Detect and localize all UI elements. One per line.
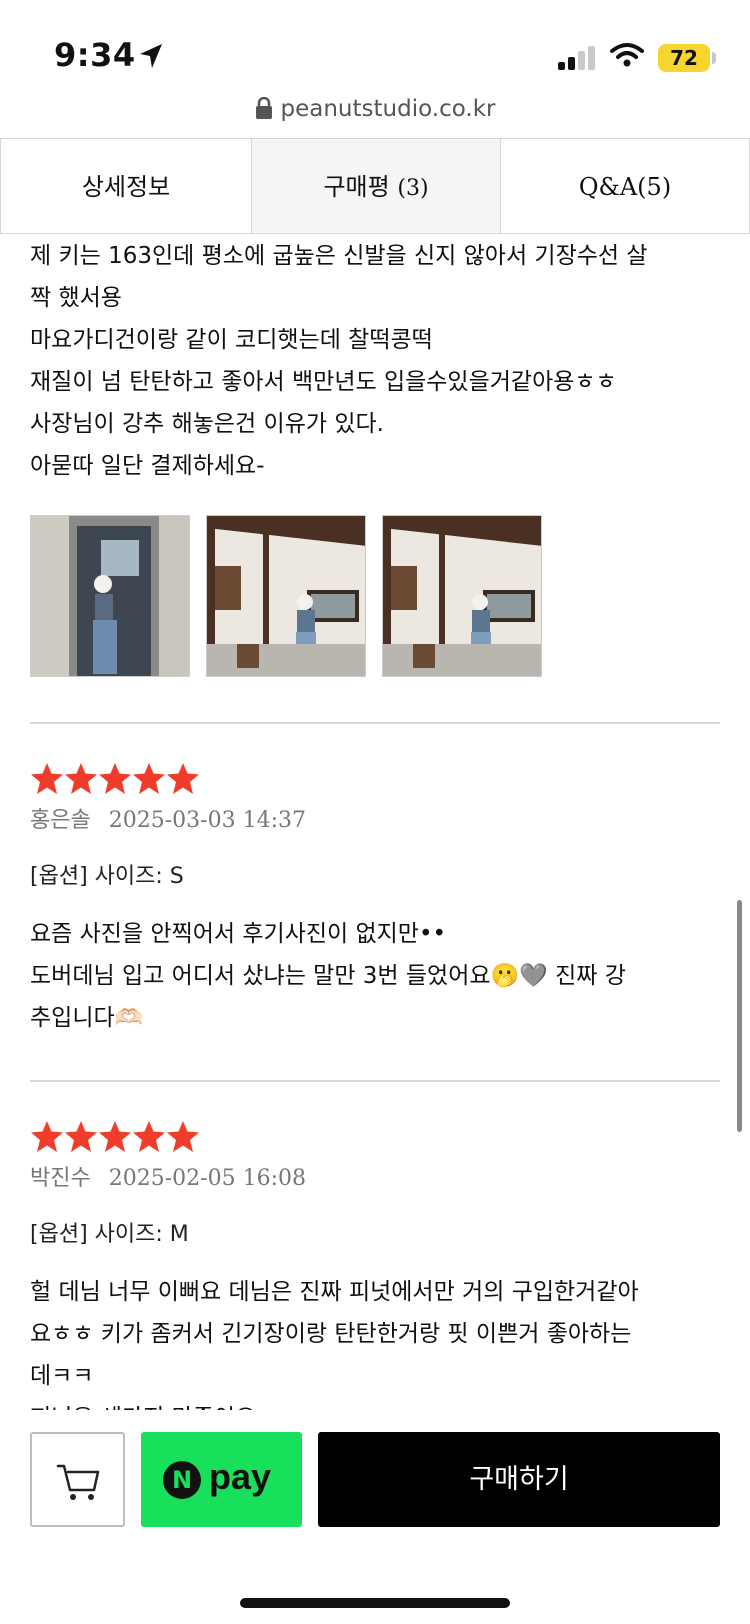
star-icon xyxy=(65,1121,97,1152)
tab-reviews[interactable]: 구매평 (3) xyxy=(251,138,501,234)
review-text-line: 요즘 사진을 안찍어서 후기사진이 없지만•• xyxy=(30,921,447,947)
rating-stars xyxy=(31,763,199,794)
npay-button[interactable]: N pay xyxy=(141,1432,302,1527)
review-date: 2025-03-03 14:37 xyxy=(108,808,306,833)
lock-icon xyxy=(255,97,272,119)
review-photo[interactable] xyxy=(206,515,366,677)
review-option: [옵션] 사이즈: S xyxy=(30,864,184,889)
star-icon xyxy=(31,1121,63,1152)
scrollbar[interactable] xyxy=(737,900,742,1132)
review-author: 박진수 xyxy=(30,1166,91,1191)
home-indicator xyxy=(240,1598,510,1608)
star-icon xyxy=(99,763,131,794)
star-icon xyxy=(167,763,199,794)
review-photo[interactable] xyxy=(382,515,542,677)
npay-logo-icon: N xyxy=(163,1461,201,1499)
battery-tip xyxy=(712,52,716,64)
status-bar: 9:34 72 xyxy=(0,0,750,100)
review-text-line: 요ㅎㅎ 키가 좀커서 긴기장이랑 탄탄한거랑 핏 이쁜거 좋아하는 xyxy=(30,1321,632,1347)
tab-count: (3) xyxy=(397,176,429,201)
review-text-line: 도버데님 입고 어디서 샀냐는 말만 3번 들었어요🫢🩶 진짜 강 xyxy=(30,963,626,989)
tab-qna[interactable]: Q&A(5) xyxy=(500,138,750,234)
cart-button[interactable] xyxy=(30,1432,125,1527)
tab-details[interactable]: 상세정보 xyxy=(0,138,252,234)
review-text-line: 재질이 넘 탄탄하고 좋아서 백만년도 입을수있을거같아용ㅎㅎ xyxy=(30,369,617,395)
review-text-line: 추입니다🫶🏻 xyxy=(30,1005,144,1031)
review-author: 홍은솔 xyxy=(30,808,91,833)
review-date: 2025-02-05 16:08 xyxy=(108,1166,306,1191)
star-icon xyxy=(133,1121,165,1152)
wifi-icon xyxy=(610,43,644,67)
location-arrow-icon xyxy=(140,44,162,68)
star-icon xyxy=(65,763,97,794)
star-icon xyxy=(133,763,165,794)
review-meta: 박진수 2025-02-05 16:08 xyxy=(30,1160,306,1192)
address-bar[interactable]: peanutstudio.co.kr xyxy=(0,96,750,122)
tab-label: Q&A(5) xyxy=(578,173,672,201)
buy-button[interactable]: 구매하기 xyxy=(318,1432,720,1527)
review-text-line: 짝 했서용 xyxy=(30,285,122,311)
status-time: 9:34 xyxy=(54,36,136,74)
tab-label: 구매평 xyxy=(323,173,390,201)
review-divider xyxy=(30,722,720,724)
product-tabs: 상세정보 구매평 (3) Q&A(5) xyxy=(0,138,750,236)
signal-icon xyxy=(558,46,595,70)
url-text: peanutstudio.co.kr xyxy=(280,96,496,122)
battery-level: 72 xyxy=(658,44,710,72)
review-photo[interactable] xyxy=(30,515,190,677)
tab-label: 상세정보 xyxy=(81,173,171,201)
review-text-line: 데ㅋㅋ xyxy=(30,1363,94,1389)
review-text-line: 헐 데님 너무 이뻐요 데님은 진짜 피넛에서만 거의 구입한거같아 xyxy=(30,1279,639,1305)
star-icon xyxy=(31,763,63,794)
review-text-line: 사장님이 강추 해놓은건 이유가 있다. xyxy=(30,411,384,437)
star-icon xyxy=(99,1121,131,1152)
cart-icon xyxy=(56,1464,100,1500)
review-text-line: 제 키는 163인데 평소에 굽높은 신발을 신지 않아서 기장수선 살 xyxy=(30,243,648,269)
review-meta: 홍은솔 2025-03-03 14:37 xyxy=(30,802,306,834)
review-text-line: 마요가디건이랑 같이 코디햇는데 찰떡콩떡 xyxy=(30,327,433,353)
review-divider xyxy=(30,1080,720,1082)
review-text-line: 아묻따 일단 결제하세요- xyxy=(30,453,265,479)
rating-stars xyxy=(31,1121,199,1152)
npay-label: pay xyxy=(209,1456,272,1497)
review-option: [옵션] 사이즈: M xyxy=(30,1222,189,1247)
star-icon xyxy=(167,1121,199,1152)
